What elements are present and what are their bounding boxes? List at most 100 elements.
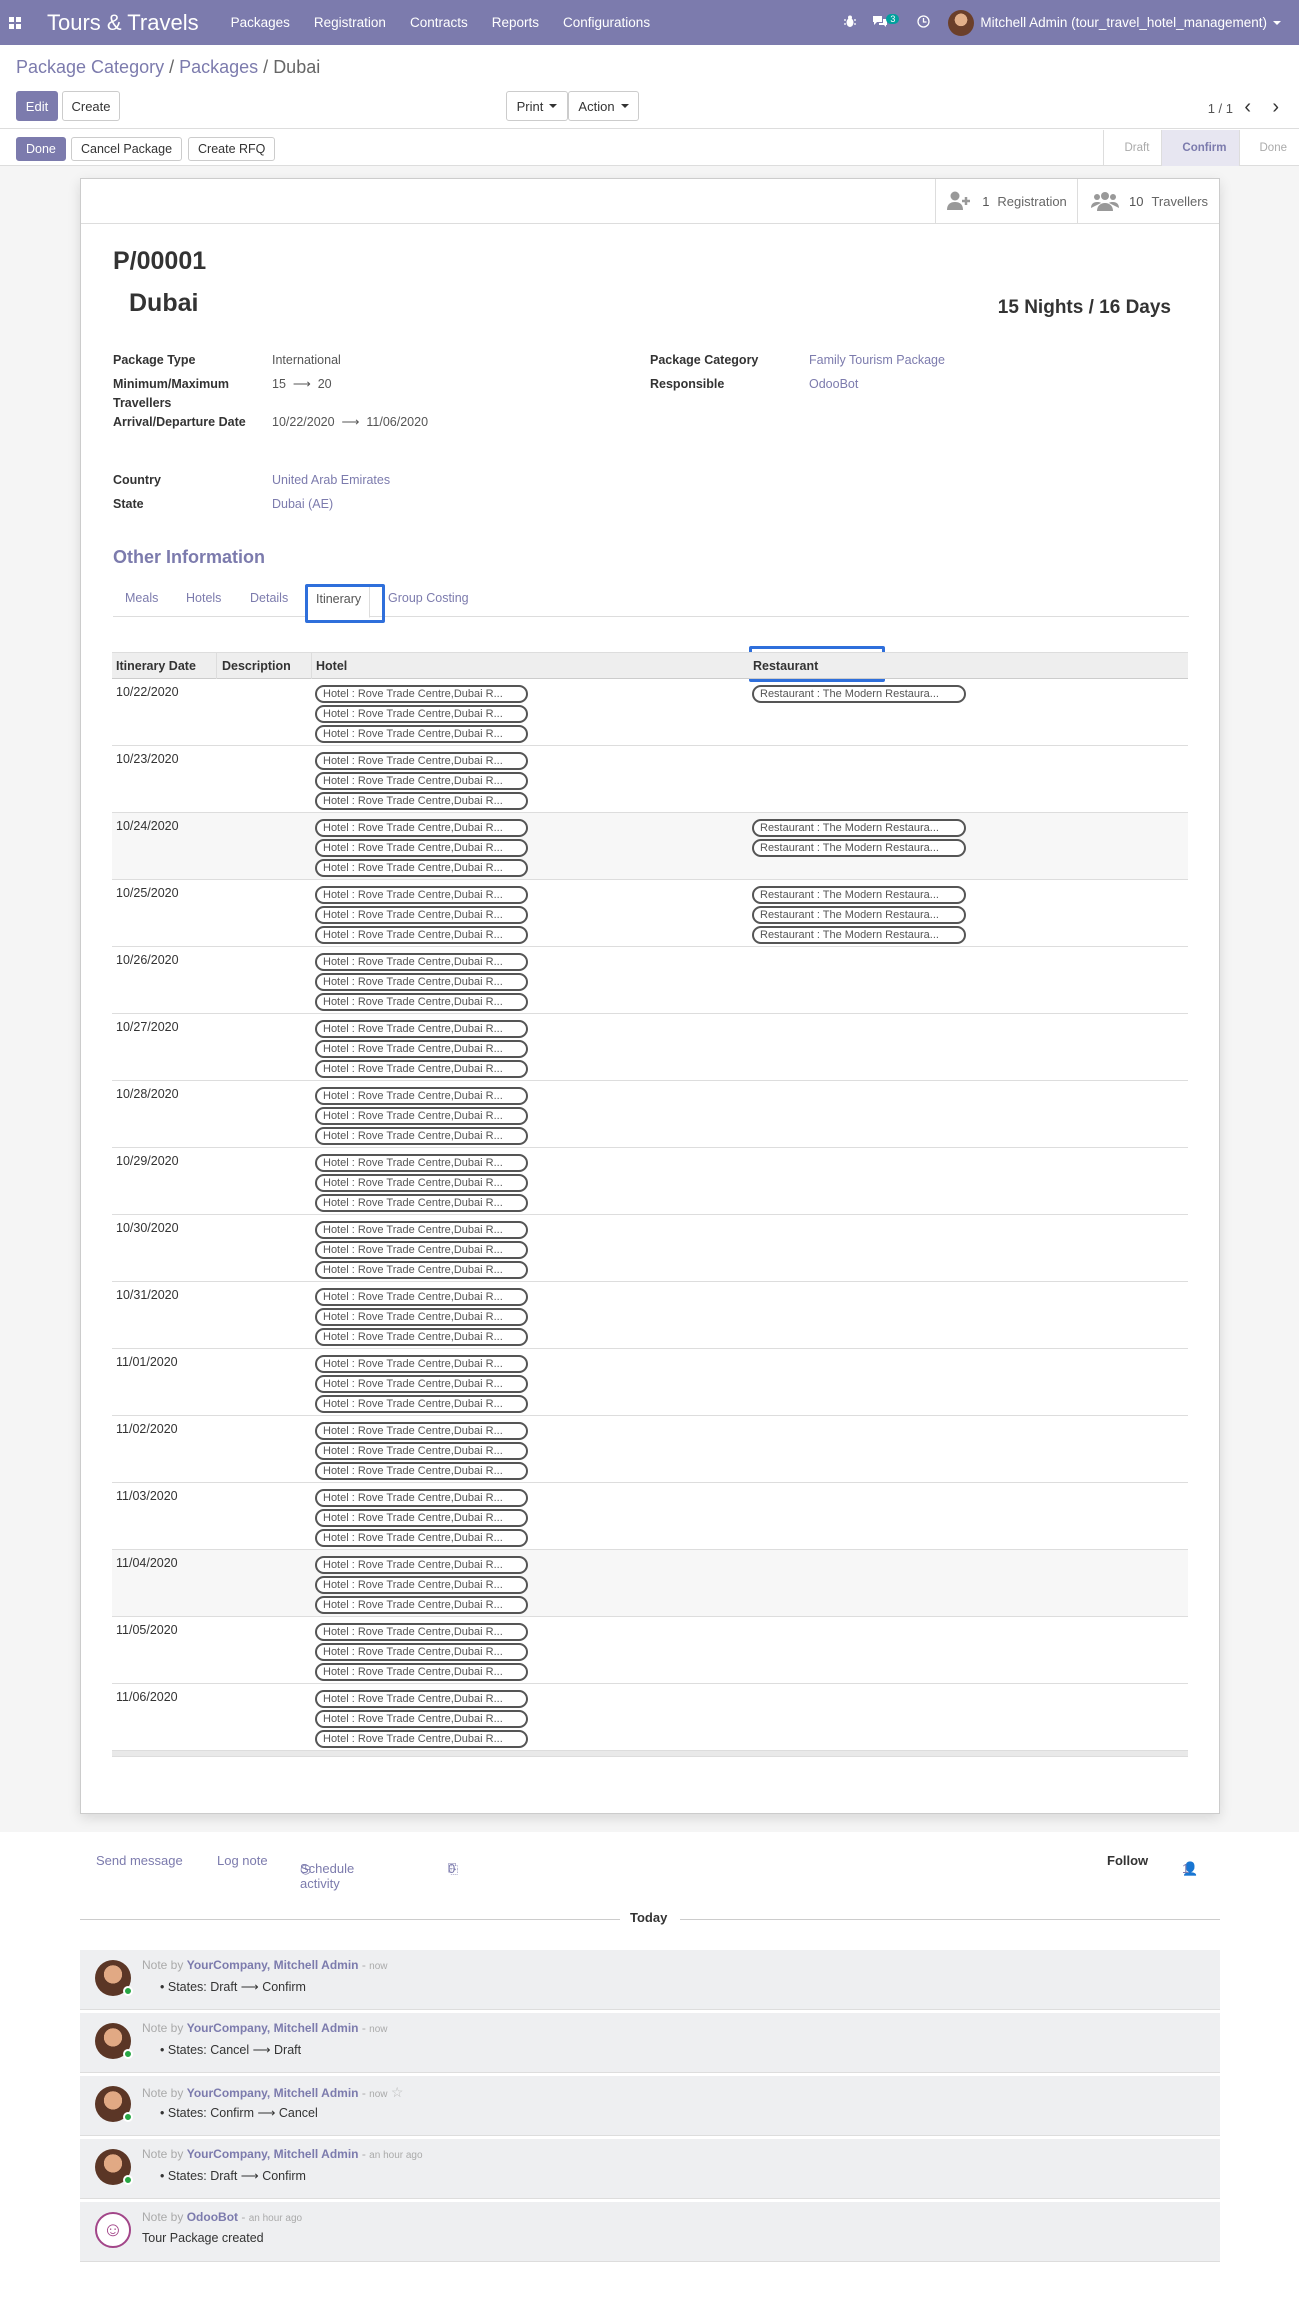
star-icon[interactable]: ☆	[391, 2084, 404, 2100]
hotel-tag[interactable]: Hotel : Rove Trade Centre,Dubai R...	[315, 886, 528, 904]
tab-group-costing[interactable]: Group Costing	[388, 591, 469, 605]
hotel-tag[interactable]: Hotel : Rove Trade Centre,Dubai R...	[315, 1020, 528, 1038]
package-category-link[interactable]: Family Tourism Package	[809, 353, 945, 367]
table-row[interactable]: 10/28/2020 Hotel : Rove Trade Centre,Duba…	[112, 1081, 1188, 1148]
hotel-tag[interactable]: Hotel : Rove Trade Centre,Dubai R...	[315, 1623, 528, 1641]
odoobot-avatar[interactable]: ☺	[95, 2212, 131, 2248]
hotel-tag[interactable]: Hotel : Rove Trade Centre,Dubai R...	[315, 1442, 528, 1460]
message-author[interactable]: YourCompany, Mitchell Admin	[187, 2021, 359, 2035]
hotel-tag[interactable]: Hotel : Rove Trade Centre,Dubai R...	[315, 926, 528, 944]
hotel-tag[interactable]: Hotel : Rove Trade Centre,Dubai R...	[315, 993, 528, 1011]
hotel-tag[interactable]: Hotel : Rove Trade Centre,Dubai R...	[315, 1328, 528, 1346]
hotel-tag[interactable]: Hotel : Rove Trade Centre,Dubai R...	[315, 1596, 528, 1614]
hotel-tag[interactable]: Hotel : Rove Trade Centre,Dubai R...	[315, 1730, 528, 1748]
menu-reports[interactable]: Reports	[492, 15, 539, 30]
user-menu[interactable]: Mitchell Admin (tour_travel_hotel_manage…	[980, 15, 1267, 30]
hotel-tag[interactable]: Hotel : Rove Trade Centre,Dubai R...	[315, 1154, 528, 1172]
hotel-tag[interactable]: Hotel : Rove Trade Centre,Dubai R...	[315, 1710, 528, 1728]
menu-packages[interactable]: Packages	[231, 15, 290, 30]
cancel-package-button[interactable]: Cancel Package	[71, 137, 183, 161]
table-row[interactable]: 11/02/2020 Hotel : Rove Trade Centre,Duba…	[112, 1416, 1188, 1483]
hotel-tag[interactable]: Hotel : Rove Trade Centre,Dubai R...	[315, 685, 528, 703]
hotel-tag[interactable]: Hotel : Rove Trade Centre,Dubai R...	[315, 1241, 528, 1259]
pager-value[interactable]: 1 / 1	[1208, 101, 1233, 116]
message-author[interactable]: OdooBot	[187, 2210, 238, 2224]
message-author[interactable]: YourCompany, Mitchell Admin	[187, 2147, 359, 2161]
col-itinerary-date[interactable]: Itinerary Date	[116, 659, 196, 673]
user-avatar[interactable]	[948, 9, 975, 36]
hotel-tag[interactable]: Hotel : Rove Trade Centre,Dubai R...	[315, 1556, 528, 1574]
hotel-tag[interactable]: Hotel : Rove Trade Centre,Dubai R...	[315, 752, 528, 770]
pager-next-icon[interactable]: ›	[1272, 96, 1279, 119]
create-button[interactable]: Create	[62, 91, 120, 121]
clock-icon[interactable]	[917, 14, 930, 31]
registration-smart-button[interactable]: 1 Registration	[935, 179, 1077, 223]
state-link[interactable]: Dubai (AE)	[272, 497, 333, 511]
table-row[interactable]: 10/30/2020 Hotel : Rove Trade Centre,Duba…	[112, 1215, 1188, 1282]
table-row[interactable]: 11/04/2020 Hotel : Rove Trade Centre,Duba…	[112, 1550, 1188, 1617]
stage-confirm[interactable]: Confirm	[1161, 130, 1239, 166]
table-row[interactable]: 11/03/2020 Hotel : Rove Trade Centre,Duba…	[112, 1483, 1188, 1550]
hotel-tag[interactable]: Hotel : Rove Trade Centre,Dubai R...	[315, 1509, 528, 1527]
action-button[interactable]: Action	[568, 91, 639, 121]
breadcrumb-packages[interactable]: Packages	[179, 57, 258, 77]
responsible-link[interactable]: OdooBot	[809, 377, 858, 391]
hotel-tag[interactable]: Hotel : Rove Trade Centre,Dubai R...	[315, 705, 528, 723]
done-button[interactable]: Done	[16, 137, 66, 161]
app-name[interactable]: Tours & Travels	[47, 10, 199, 36]
apps-menu-icon[interactable]	[0, 0, 30, 45]
restaurant-tag[interactable]: Restaurant : The Modern Restaura...	[752, 685, 966, 703]
table-row[interactable]: 10/22/2020 Hotel : Rove Trade Centre,Duba…	[112, 679, 1188, 746]
stage-done[interactable]: Done	[1238, 130, 1299, 166]
hotel-tag[interactable]: Hotel : Rove Trade Centre,Dubai R...	[315, 1087, 528, 1105]
table-row[interactable]: 10/23/2020 Hotel : Rove Trade Centre,Duba…	[112, 746, 1188, 813]
hotel-tag[interactable]: Hotel : Rove Trade Centre,Dubai R...	[315, 1261, 528, 1279]
table-row[interactable]: 10/27/2020 Hotel : Rove Trade Centre,Duba…	[112, 1014, 1188, 1081]
hotel-tag[interactable]: Hotel : Rove Trade Centre,Dubai R...	[315, 819, 528, 837]
hotel-tag[interactable]: Hotel : Rove Trade Centre,Dubai R...	[315, 1395, 528, 1413]
hotel-tag[interactable]: Hotel : Rove Trade Centre,Dubai R...	[315, 859, 528, 877]
tab-details[interactable]: Details	[250, 591, 288, 605]
hotel-tag[interactable]: Hotel : Rove Trade Centre,Dubai R...	[315, 1288, 528, 1306]
hotel-tag[interactable]: Hotel : Rove Trade Centre,Dubai R...	[315, 1576, 528, 1594]
country-link[interactable]: United Arab Emirates	[272, 473, 390, 487]
hotel-tag[interactable]: Hotel : Rove Trade Centre,Dubai R...	[315, 1127, 528, 1145]
hotel-tag[interactable]: Hotel : Rove Trade Centre,Dubai R...	[315, 772, 528, 790]
stage-draft[interactable]: Draft	[1103, 130, 1161, 166]
bug-icon[interactable]	[844, 15, 857, 31]
table-row[interactable]: 10/31/2020 Hotel : Rove Trade Centre,Duba…	[112, 1282, 1188, 1349]
breadcrumb-package-category[interactable]: Package Category	[16, 57, 164, 77]
hotel-tag[interactable]: Hotel : Rove Trade Centre,Dubai R...	[315, 839, 528, 857]
hotel-tag[interactable]: Hotel : Rove Trade Centre,Dubai R...	[315, 1489, 528, 1507]
hotel-tag[interactable]: Hotel : Rove Trade Centre,Dubai R...	[315, 1060, 528, 1078]
hotel-tag[interactable]: Hotel : Rove Trade Centre,Dubai R...	[315, 906, 528, 924]
hotel-tag[interactable]: Hotel : Rove Trade Centre,Dubai R...	[315, 1194, 528, 1212]
table-row[interactable]: 10/26/2020 Hotel : Rove Trade Centre,Duba…	[112, 947, 1188, 1014]
menu-contracts[interactable]: Contracts	[410, 15, 468, 30]
table-row[interactable]: 10/29/2020 Hotel : Rove Trade Centre,Duba…	[112, 1148, 1188, 1215]
hotel-tag[interactable]: Hotel : Rove Trade Centre,Dubai R...	[315, 1462, 528, 1480]
hotel-tag[interactable]: Hotel : Rove Trade Centre,Dubai R...	[315, 1308, 528, 1326]
message-author[interactable]: YourCompany, Mitchell Admin	[187, 2086, 359, 2100]
create-rfq-button[interactable]: Create RFQ	[188, 137, 276, 161]
hotel-tag[interactable]: Hotel : Rove Trade Centre,Dubai R...	[315, 1690, 528, 1708]
table-row[interactable]: 10/25/2020 Hotel : Rove Trade Centre,Duba…	[112, 880, 1188, 947]
table-row[interactable]: 11/06/2020 Hotel : Rove Trade Centre,Duba…	[112, 1684, 1188, 1751]
hotel-tag[interactable]: Hotel : Rove Trade Centre,Dubai R...	[315, 1355, 528, 1373]
table-row[interactable]: 11/01/2020 Hotel : Rove Trade Centre,Duba…	[112, 1349, 1188, 1416]
hotel-tag[interactable]: Hotel : Rove Trade Centre,Dubai R...	[315, 1529, 528, 1547]
hotel-tag[interactable]: Hotel : Rove Trade Centre,Dubai R...	[315, 725, 528, 743]
hotel-tag[interactable]: Hotel : Rove Trade Centre,Dubai R...	[315, 1221, 528, 1239]
hotel-tag[interactable]: Hotel : Rove Trade Centre,Dubai R...	[315, 1174, 528, 1192]
restaurant-tag[interactable]: Restaurant : The Modern Restaura...	[752, 819, 966, 837]
restaurant-tag[interactable]: Restaurant : The Modern Restaura...	[752, 886, 966, 904]
print-button[interactable]: Print	[506, 91, 568, 121]
travellers-smart-button[interactable]: 10 Travellers	[1077, 179, 1221, 223]
hotel-tag[interactable]: Hotel : Rove Trade Centre,Dubai R...	[315, 973, 528, 991]
hotel-tag[interactable]: Hotel : Rove Trade Centre,Dubai R...	[315, 1375, 528, 1393]
hotel-tag[interactable]: Hotel : Rove Trade Centre,Dubai R...	[315, 953, 528, 971]
menu-registration[interactable]: Registration	[314, 15, 386, 30]
message-author[interactable]: YourCompany, Mitchell Admin	[187, 1958, 359, 1972]
menu-configurations[interactable]: Configurations	[563, 15, 650, 30]
log-note-button[interactable]: Log note	[217, 1853, 268, 1868]
